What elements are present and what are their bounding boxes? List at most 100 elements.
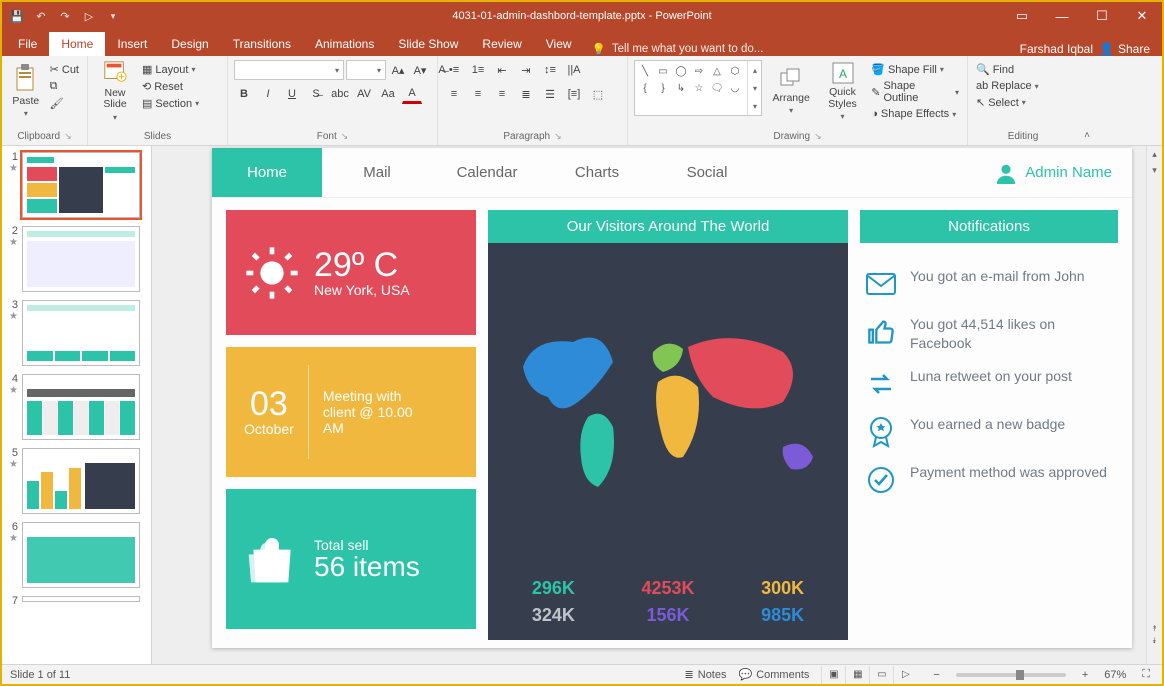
dialog-launcher-icon[interactable]: ↘ [341, 131, 349, 142]
character-spacing-icon[interactable]: AV [354, 84, 374, 104]
font-color-icon[interactable]: A [402, 84, 422, 104]
signed-in-user[interactable]: Farshad Iqbal [1020, 42, 1093, 56]
thumbnail-5[interactable]: 5★ [6, 448, 147, 514]
slide-1[interactable]: Home Mail Calendar Charts Social Admin N… [212, 148, 1132, 648]
comments-button[interactable]: 💬Comments [739, 668, 810, 681]
zoom-out-icon[interactable]: − [929, 669, 943, 681]
thumbnail-4[interactable]: 4★ [6, 374, 147, 440]
decrease-font-icon[interactable]: A▾ [410, 60, 430, 80]
shape-tri-icon[interactable]: △ [710, 64, 724, 78]
replace-button[interactable]: abReplace▾ [974, 79, 1041, 93]
cut-button[interactable]: ✂Cut [48, 62, 81, 77]
gallery-more-icon[interactable]: ▾ [748, 99, 762, 113]
notes-button[interactable]: ≣Notes [685, 668, 727, 681]
thumbnail-6[interactable]: 6★ [6, 522, 147, 588]
thumbnail-3[interactable]: 3★ [6, 300, 147, 366]
tab-animations[interactable]: Animations [303, 32, 386, 56]
redo-icon[interactable]: ↷ [56, 7, 74, 25]
tab-review[interactable]: Review [470, 32, 533, 56]
shape-outline-button[interactable]: ✎Shape Outline▾ [869, 79, 961, 105]
shape-star-icon[interactable]: ☆ [692, 81, 706, 95]
gallery-up-icon[interactable]: ▴ [748, 63, 762, 77]
shapes-gallery[interactable]: ╲ ▭ ◯ ⇨ △ ⬡ { } ↳ ☆ 🗨 ◡ ▴▾▾ [634, 60, 762, 116]
tab-view[interactable]: View [534, 32, 584, 56]
notif-item[interactable]: Luna retweet on your post [864, 367, 1114, 401]
copy-button[interactable]: ⧉ [48, 79, 81, 94]
shape-callout-icon[interactable]: 🗨 [710, 81, 724, 95]
close-icon[interactable]: ✕ [1122, 2, 1162, 30]
world-panel[interactable]: Our Visitors Around The World [488, 210, 848, 640]
zoom-slider[interactable] [956, 673, 1066, 677]
notif-item[interactable]: You got 44,514 likes on Facebook [864, 315, 1114, 353]
find-button[interactable]: 🔍Find [974, 62, 1041, 77]
shape-oval-icon[interactable]: ◯ [674, 64, 688, 78]
notif-item[interactable]: Payment method was approved [864, 463, 1114, 497]
smartart-icon[interactable]: ⬚ [588, 84, 608, 104]
meeting-card[interactable]: 03 October Meeting with client @ 10.00 A… [226, 347, 476, 477]
select-button[interactable]: ↖Select▾ [974, 95, 1041, 110]
thumbnail-2[interactable]: 2★ [6, 226, 147, 292]
tab-transitions[interactable]: Transitions [221, 32, 303, 56]
bold-icon[interactable]: B [234, 84, 254, 104]
section-button[interactable]: ▤Section▾ [140, 96, 201, 111]
shape-conn-icon[interactable]: ↳ [674, 81, 688, 95]
format-painter-button[interactable]: 🖌 [48, 96, 81, 111]
numbering-icon[interactable]: 1≡ [468, 60, 488, 80]
tab-insert[interactable]: Insert [105, 32, 159, 56]
dialog-launcher-icon[interactable]: ↘ [814, 131, 822, 142]
slideshow-view-icon[interactable]: ▷ [893, 666, 917, 684]
thumbnail-1[interactable]: 1★ [6, 152, 147, 218]
bullets-icon[interactable]: •≡ [444, 60, 464, 80]
quick-styles-button[interactable]: A Quick Styles▾ [820, 60, 865, 122]
shape-arrow-icon[interactable]: ⇨ [692, 64, 706, 78]
notif-item[interactable]: You earned a new badge [864, 415, 1114, 449]
align-left-icon[interactable]: ≡ [444, 84, 464, 104]
fit-to-window-icon[interactable]: ⛶ [1138, 668, 1154, 681]
tab-file[interactable]: File [6, 32, 49, 56]
justify-icon[interactable]: ≣ [516, 84, 536, 104]
text-shadow-icon[interactable]: abc [330, 84, 350, 104]
start-from-beginning-icon[interactable]: ▷ [80, 7, 98, 25]
gallery-down-icon[interactable]: ▾ [748, 81, 762, 95]
italic-icon[interactable]: I [258, 84, 278, 104]
font-family-combo[interactable]: ▾ [234, 60, 344, 80]
dash-tab-calendar[interactable]: Calendar [432, 148, 542, 197]
qat-more-icon[interactable]: ▾ [104, 7, 122, 25]
dash-tab-charts[interactable]: Charts [542, 148, 652, 197]
weather-card[interactable]: 29º C New York, USA [226, 210, 476, 335]
scroll-up-icon[interactable]: ▴ [1147, 146, 1162, 162]
align-text-icon[interactable]: [≡] [564, 84, 584, 104]
shape-line-icon[interactable]: ╲ [638, 64, 652, 78]
tab-home[interactable]: Home [49, 32, 105, 56]
increase-font-icon[interactable]: A▴ [388, 60, 408, 80]
dialog-launcher-icon[interactable]: ↘ [554, 131, 562, 142]
minimize-icon[interactable]: — [1042, 2, 1082, 30]
shape-rcurly-icon[interactable]: } [656, 81, 670, 95]
tab-slideshow[interactable]: Slide Show [386, 32, 470, 56]
normal-view-icon[interactable]: ▣ [821, 666, 845, 684]
decrease-indent-icon[interactable]: ⇤ [492, 60, 512, 80]
notif-item[interactable]: You got an e-mail from John [864, 267, 1114, 301]
ribbon-options-icon[interactable]: ▭ [1002, 2, 1042, 30]
tab-design[interactable]: Design [159, 32, 220, 56]
underline-icon[interactable]: U [282, 84, 302, 104]
slide-counter[interactable]: Slide 1 of 11 [10, 669, 70, 681]
line-spacing-icon[interactable]: ↕≡ [540, 60, 560, 80]
dash-tab-mail[interactable]: Mail [322, 148, 432, 197]
share-button[interactable]: 👤Share [1099, 42, 1150, 56]
slide-canvas[interactable]: Home Mail Calendar Charts Social Admin N… [152, 146, 1162, 664]
dash-admin[interactable]: Admin Name [975, 148, 1132, 197]
dialog-launcher-icon[interactable]: ↘ [64, 131, 72, 142]
shape-lcurly-icon[interactable]: { [638, 81, 652, 95]
arrange-button[interactable]: Arrange▾ [766, 60, 815, 122]
dash-tab-home[interactable]: Home [212, 148, 322, 197]
zoom-level[interactable]: 67% [1104, 669, 1126, 681]
save-icon[interactable]: 💾 [8, 7, 26, 25]
shape-hex-icon[interactable]: ⬡ [728, 64, 742, 78]
shape-rect-icon[interactable]: ▭ [656, 64, 670, 78]
layout-button[interactable]: ▦Layout▾ [140, 62, 201, 77]
dash-tab-social[interactable]: Social [652, 148, 762, 197]
sorter-view-icon[interactable]: ▦ [845, 666, 869, 684]
reading-view-icon[interactable]: ▭ [869, 666, 893, 684]
undo-icon[interactable]: ↶ [32, 7, 50, 25]
